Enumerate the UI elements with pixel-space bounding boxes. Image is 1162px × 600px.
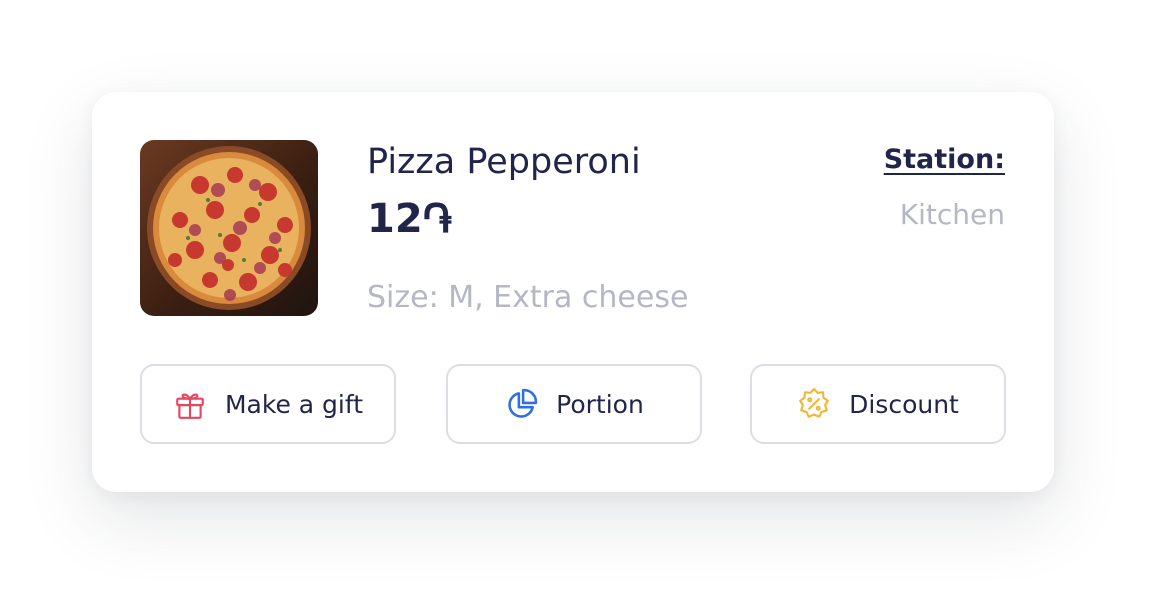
discount-label: Discount <box>849 389 959 419</box>
portion-label: Portion <box>556 389 644 419</box>
pizza-photo <box>140 140 318 316</box>
discount-badge-icon <box>797 387 831 421</box>
product-price: 12֏ <box>367 196 453 242</box>
portion-button[interactable]: Portion <box>446 364 702 444</box>
station-label[interactable]: Station: <box>884 144 1005 175</box>
pie-chart-icon <box>504 387 538 421</box>
product-name: Pizza Pepperoni <box>367 142 641 182</box>
product-options: Size: M, Extra cheese <box>367 280 689 315</box>
gift-icon <box>173 387 207 421</box>
make-gift-label: Make a gift <box>224 389 364 419</box>
make-gift-button[interactable]: Make a gift <box>140 364 396 444</box>
order-item-card: Pizza Pepperoni 12֏ Size: M, Extra chees… <box>92 92 1054 492</box>
screen: Pizza Pepperoni 12֏ Size: M, Extra chees… <box>0 0 1162 600</box>
discount-button[interactable]: Discount <box>750 364 1006 444</box>
station-value: Kitchen <box>899 198 1005 231</box>
